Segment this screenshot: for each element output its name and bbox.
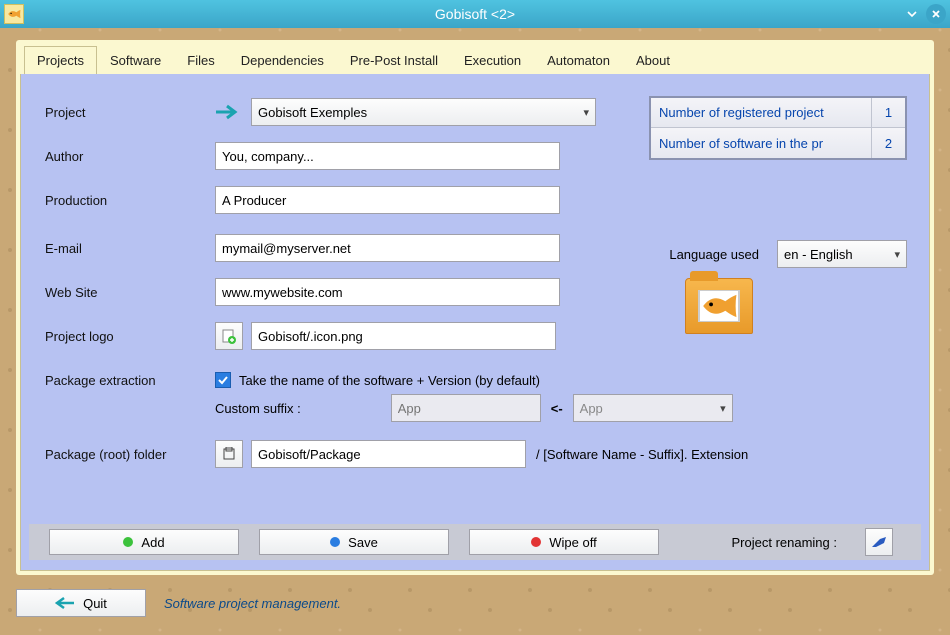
label-website: Web Site — [45, 285, 215, 300]
project-select[interactable]: Gobisoft Exemples ▾ — [251, 98, 596, 126]
save-button[interactable]: Save — [259, 529, 449, 555]
tab-strip: Projects Software Files Dependencies Pre… — [20, 44, 930, 74]
suffix-select: App ▾ — [573, 394, 733, 422]
minimize-button[interactable] — [902, 4, 922, 24]
browse-folder-button[interactable] — [215, 440, 243, 468]
tab-automaton[interactable]: Automaton — [534, 46, 623, 74]
tab-files[interactable]: Files — [174, 46, 227, 74]
root-suffix-hint: / [Software Name - Suffix]. Extension — [536, 447, 748, 462]
logo-preview-icon — [685, 278, 753, 334]
stats-panel: Number of registered project 1 Number of… — [649, 96, 907, 160]
app-icon — [4, 4, 24, 24]
chevron-down-icon: ▾ — [894, 248, 900, 261]
suffix-arrow-label: <- — [551, 401, 563, 416]
label-author: Author — [45, 149, 215, 164]
logo-path-input[interactable] — [251, 322, 556, 350]
footer: Quit Software project management. — [16, 585, 934, 621]
author-input[interactable] — [215, 142, 560, 170]
project-select-value: Gobisoft Exemples — [258, 105, 367, 120]
close-button[interactable] — [926, 4, 946, 24]
stats-projects-label: Number of registered project — [651, 105, 871, 120]
label-email: E-mail — [45, 241, 215, 256]
tab-prepost[interactable]: Pre-Post Install — [337, 46, 451, 74]
label-logo: Project logo — [45, 329, 215, 344]
stats-software-count: 2 — [871, 128, 905, 158]
projects-panel: Project Gobisoft Exemples ▾ Author Produ… — [20, 74, 930, 571]
rename-label: Project renaming : — [732, 535, 838, 550]
tab-software[interactable]: Software — [97, 46, 174, 74]
window-title: Gobisoft <2> — [0, 6, 950, 22]
browse-logo-button[interactable] — [215, 322, 243, 350]
dot-blue-icon — [330, 537, 340, 547]
chevron-down-icon: ▾ — [720, 402, 726, 415]
titlebar: Gobisoft <2> — [0, 0, 950, 28]
suffix-select-value: App — [580, 401, 603, 416]
arrow-right-icon — [215, 103, 243, 121]
email-input[interactable] — [215, 234, 560, 262]
chevron-down-icon: ▾ — [583, 106, 589, 119]
suffix-input — [391, 394, 541, 422]
dot-red-icon — [531, 537, 541, 547]
rename-button[interactable] — [865, 528, 893, 556]
label-project: Project — [45, 105, 215, 120]
quit-button[interactable]: Quit — [16, 589, 146, 617]
default-name-checkbox[interactable] — [215, 372, 231, 388]
arrow-left-icon — [55, 596, 75, 610]
stats-projects-count: 1 — [871, 98, 905, 127]
label-production: Production — [45, 193, 215, 208]
label-pkg-extract: Package extraction — [45, 373, 215, 388]
root-folder-input[interactable] — [251, 440, 526, 468]
website-input[interactable] — [215, 278, 560, 306]
label-custom-suffix: Custom suffix : — [215, 401, 301, 416]
language-select[interactable]: en - English ▾ — [777, 240, 907, 268]
stats-row-software: Number of software in the pr 2 — [651, 128, 905, 158]
status-text: Software project management. — [164, 596, 341, 611]
tab-dependencies[interactable]: Dependencies — [228, 46, 337, 74]
add-button[interactable]: Add — [49, 529, 239, 555]
default-name-label: Take the name of the software + Version … — [239, 373, 540, 388]
dot-green-icon — [123, 537, 133, 547]
label-pkg-folder: Package (root) folder — [45, 447, 215, 462]
wipe-button[interactable]: Wipe off — [469, 529, 659, 555]
tab-projects[interactable]: Projects — [24, 46, 97, 75]
label-language: Language used — [669, 247, 759, 262]
tab-execution[interactable]: Execution — [451, 46, 534, 74]
tab-about[interactable]: About — [623, 46, 683, 74]
stats-row-projects: Number of registered project 1 — [651, 98, 905, 128]
main-card: Projects Software Files Dependencies Pre… — [16, 40, 934, 575]
language-select-value: en - English — [784, 247, 853, 262]
action-bar: Add Save Wipe off Project renaming : — [29, 524, 921, 560]
stats-software-label: Number of software in the pr — [651, 136, 871, 151]
production-input[interactable] — [215, 186, 560, 214]
